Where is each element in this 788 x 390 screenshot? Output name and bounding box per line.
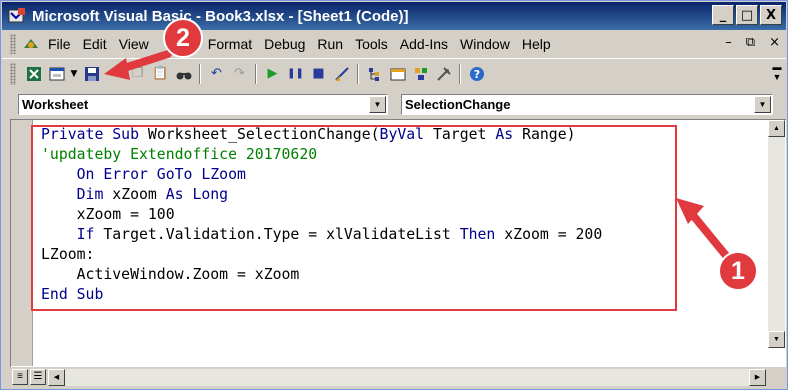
save-icon[interactable]	[80, 63, 103, 85]
menu-view[interactable]: View	[113, 33, 155, 55]
toolbar-grip-icon[interactable]	[10, 62, 16, 85]
copy-icon[interactable]: ❐	[126, 63, 149, 85]
menubar-grip-icon[interactable]	[10, 34, 16, 54]
scroll-left-icon[interactable]: ◀	[48, 369, 65, 386]
toolbar-separator	[459, 63, 461, 84]
scroll-right-icon[interactable]: ▶	[749, 369, 766, 386]
find-icon[interactable]	[172, 63, 195, 85]
menu-help[interactable]: Help	[516, 33, 557, 55]
margin-indicator-bar[interactable]	[11, 120, 33, 366]
scroll-down-icon[interactable]: ▼	[768, 331, 785, 348]
menu-window[interactable]: Window	[454, 33, 516, 55]
doc-minimize-button[interactable]: –	[725, 35, 732, 50]
menu-file[interactable]: File	[42, 33, 77, 55]
vertical-scrollbar[interactable]: ▲ ▼	[768, 120, 785, 348]
procedure-dropdown[interactable]: SelectionChange ▼	[401, 94, 773, 115]
doc-close-button[interactable]: ×	[769, 35, 780, 50]
restore-icon: □	[740, 7, 754, 23]
properties-icon[interactable]	[386, 63, 409, 85]
design-mode-icon[interactable]	[330, 63, 353, 85]
close-button[interactable]: X	[760, 5, 782, 25]
annotation-badge-2: 2	[163, 18, 203, 58]
toolbar-separator	[357, 63, 359, 84]
restore-button[interactable]: □	[736, 5, 758, 25]
code-dropdown-row: Worksheet ▼ SelectionChange ▼	[2, 89, 786, 119]
break-icon[interactable]: ❚❚	[284, 63, 307, 85]
code-window-icon[interactable]	[20, 33, 42, 55]
menu-add-ins[interactable]: Add-Ins	[394, 33, 454, 55]
menu-run[interactable]: Run	[311, 33, 349, 55]
full-module-view-icon[interactable]: ☰	[30, 369, 46, 385]
horizontal-scrollbar[interactable]: ◀ ▶	[48, 369, 766, 386]
menu-debug[interactable]: Debug	[258, 33, 311, 55]
svg-text:?: ?	[473, 68, 479, 81]
minimize-button[interactable]: _	[712, 5, 734, 25]
code-highlight-box	[31, 125, 677, 311]
procedure-view-icon[interactable]: ≡	[12, 369, 28, 385]
toolbar-separator	[255, 63, 257, 84]
toolbar-overflow-icon[interactable]: ▬ ▼	[772, 62, 782, 84]
window-title: Microsoft Visual Basic - Book3.xlsx - [S…	[32, 7, 409, 25]
badge-2-label: 2	[176, 23, 190, 52]
standard-toolbar: ▼ ✂ ❐ 📋 ↶ ↷ ▶ ❚❚ ■ ? ▬ ▼	[2, 58, 786, 88]
code-window-footer: ≡ ☰ ◀ ▶	[10, 367, 786, 387]
annotation-badge-1: 1	[718, 251, 758, 291]
menu-format[interactable]: Format	[202, 33, 258, 55]
menu-tools[interactable]: Tools	[349, 33, 394, 55]
menu-edit[interactable]: Edit	[77, 33, 113, 55]
insert-userform-icon[interactable]	[45, 63, 68, 85]
minimize-icon: _	[719, 7, 727, 23]
reset-icon[interactable]: ■	[307, 63, 330, 85]
scroll-up-icon[interactable]: ▲	[768, 120, 785, 137]
view-excel-icon[interactable]	[22, 63, 45, 85]
run-icon[interactable]: ▶	[261, 63, 284, 85]
object-browser-icon[interactable]	[409, 63, 432, 85]
paste-icon[interactable]: 📋	[149, 63, 172, 85]
toolbar-separator	[199, 63, 201, 84]
undo-icon[interactable]: ↶	[205, 63, 228, 85]
object-dropdown-value: Worksheet	[22, 97, 89, 112]
title-bar[interactable]: Microsoft Visual Basic - Book3.xlsx - [S…	[2, 2, 786, 30]
vba-app-icon	[8, 7, 26, 25]
menu-bar: File Edit View Insert Format Debug Run T…	[2, 31, 786, 57]
object-dropdown[interactable]: Worksheet ▼	[18, 94, 388, 115]
procedure-dropdown-value: SelectionChange	[405, 97, 511, 112]
help-icon[interactable]: ?	[465, 63, 488, 85]
project-explorer-icon[interactable]	[363, 63, 386, 85]
doc-restore-button[interactable]: ⧉	[746, 35, 755, 50]
redo-icon[interactable]: ↷	[228, 63, 251, 85]
close-icon: X	[765, 7, 777, 23]
insert-dropdown-icon[interactable]: ▼	[68, 63, 80, 85]
chevron-down-icon[interactable]: ▼	[754, 96, 771, 113]
toolbox-icon[interactable]	[432, 63, 455, 85]
badge-1-label: 1	[731, 256, 745, 285]
chevron-down-icon[interactable]: ▼	[369, 96, 386, 113]
cut-icon[interactable]: ✂	[103, 63, 126, 85]
